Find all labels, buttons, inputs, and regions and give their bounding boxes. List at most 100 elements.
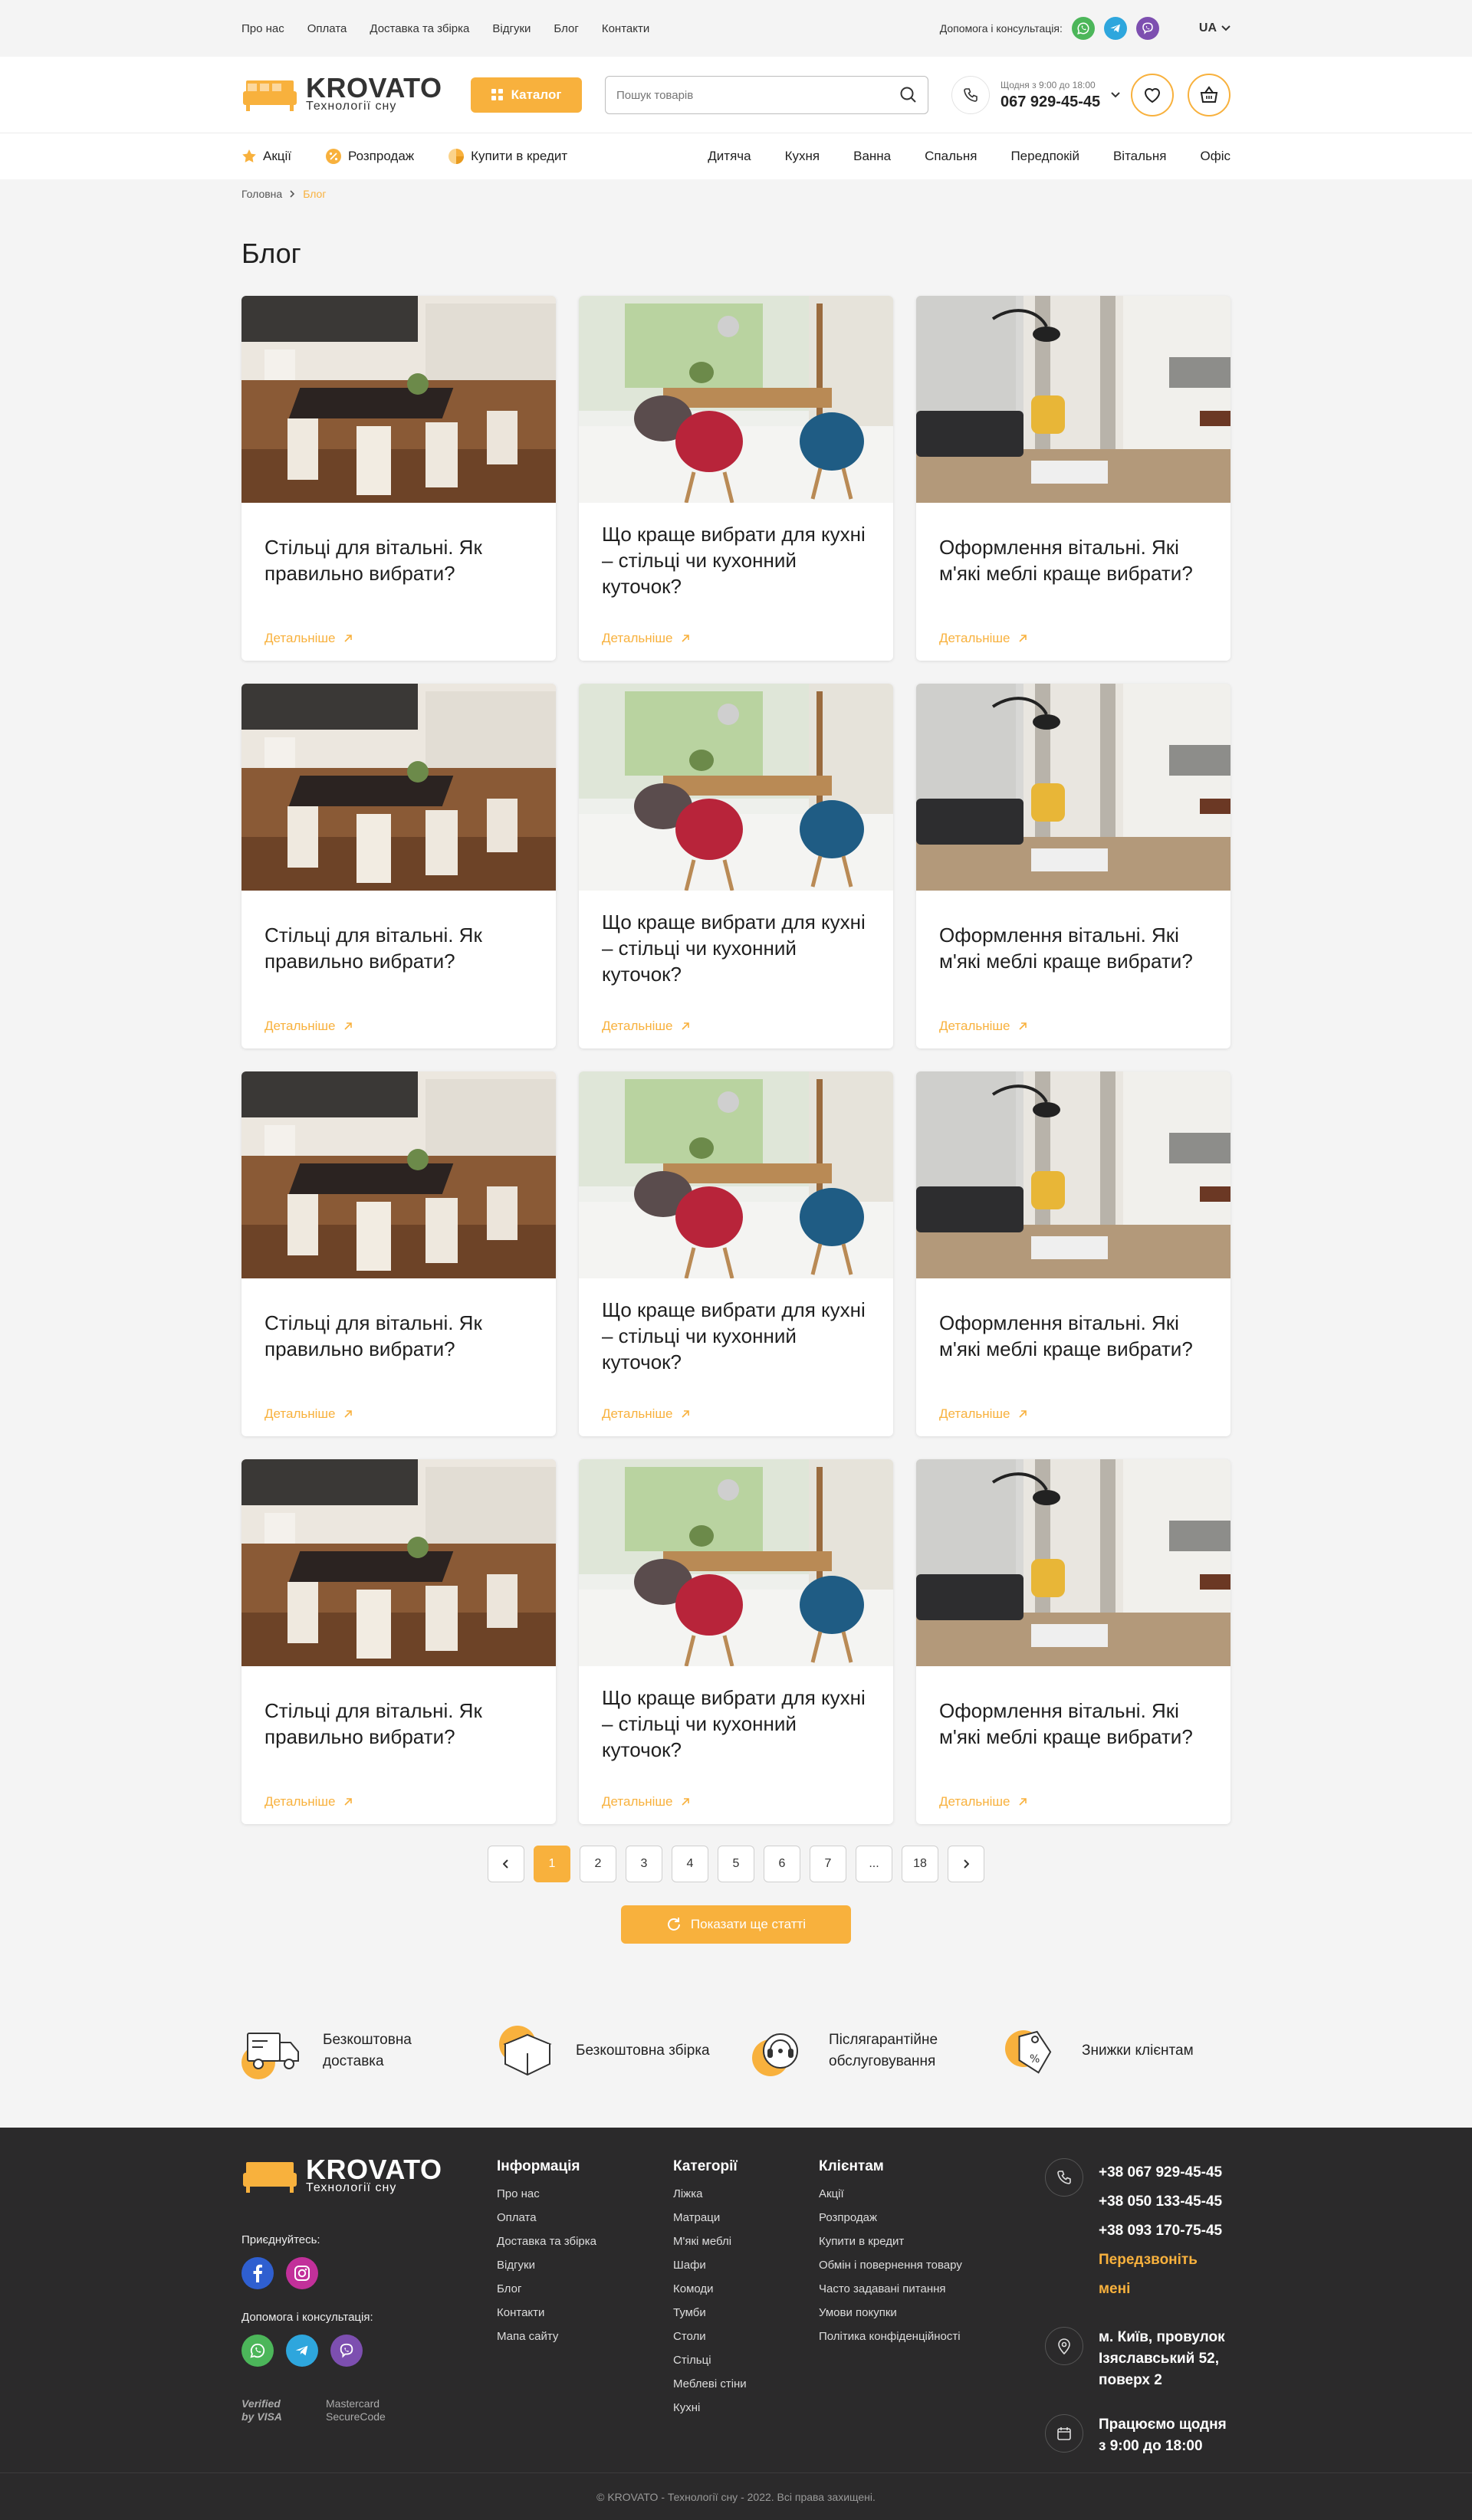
footer-link[interactable]: Столи — [673, 2330, 819, 2343]
footer-link[interactable]: Оплата — [497, 2211, 673, 2224]
read-more-link[interactable]: Детальніше — [939, 1406, 1027, 1422]
article-title[interactable]: Що краще вибрати для кухні – стільці чи … — [602, 1297, 870, 1375]
read-more-link[interactable]: Детальніше — [264, 1794, 353, 1810]
top-link-delivery[interactable]: Доставка та збірка — [370, 22, 469, 35]
article-image[interactable] — [579, 1459, 893, 1666]
footer-link[interactable]: Доставка та збірка — [497, 2235, 673, 2248]
article-title[interactable]: Що краще вибрати для кухні – стільці чи … — [602, 909, 870, 987]
top-link-reviews[interactable]: Відгуки — [492, 22, 531, 35]
pagination-next-button[interactable] — [948, 1846, 984, 1882]
article-card[interactable]: Оформлення вітальні. Які м'які меблі кра… — [916, 1071, 1230, 1436]
top-link-blog[interactable]: Блог — [554, 22, 578, 35]
header-phone[interactable]: Щодня з 9:00 до 18:00 067 929-45-45 — [951, 76, 1120, 114]
article-image[interactable] — [579, 296, 893, 503]
callback-link[interactable]: Передзвоніть мені — [1099, 2246, 1230, 2304]
search-input[interactable] — [616, 88, 900, 102]
article-image[interactable] — [242, 1071, 556, 1278]
top-link-contacts[interactable]: Контакти — [602, 22, 649, 35]
article-title[interactable]: Оформлення вітальні. Які м'які меблі кра… — [939, 534, 1208, 586]
footer-link[interactable]: Акції — [819, 2187, 1045, 2200]
article-title[interactable]: Оформлення вітальні. Які м'які меблі кра… — [939, 1310, 1208, 1362]
article-image[interactable] — [579, 684, 893, 891]
article-image[interactable] — [242, 296, 556, 503]
footer-link[interactable]: Обмін і повернення товару — [819, 2259, 1045, 2272]
pagination-prev-button[interactable] — [488, 1846, 524, 1882]
nav-kitchen[interactable]: Кухня — [785, 149, 820, 164]
nav-hallway[interactable]: Передпокій — [1010, 149, 1079, 164]
article-title[interactable]: Що краще вибрати для кухні – стільці чи … — [602, 1685, 870, 1763]
pagination-page[interactable]: 4 — [672, 1846, 708, 1882]
viber-icon[interactable] — [330, 2335, 363, 2367]
read-more-link[interactable]: Детальніше — [264, 631, 353, 646]
read-more-link[interactable]: Детальніше — [939, 1794, 1027, 1810]
nav-living-room[interactable]: Вітальня — [1113, 149, 1167, 164]
search-icon[interactable] — [900, 87, 917, 103]
read-more-link[interactable]: Детальніше — [602, 1794, 690, 1810]
article-image[interactable] — [916, 684, 1230, 891]
nav-promotions[interactable]: Акції — [242, 148, 291, 165]
top-link-payment[interactable]: Оплата — [307, 22, 347, 35]
nav-bath[interactable]: Ванна — [853, 149, 891, 164]
pagination-page[interactable]: 3 — [626, 1846, 662, 1882]
footer-link[interactable]: М'які меблі — [673, 2235, 819, 2248]
footer-link[interactable]: Політика конфіденційності — [819, 2330, 1045, 2343]
nav-office[interactable]: Офіс — [1201, 149, 1231, 164]
footer-phone-2[interactable]: +38 050 133-45-45 — [1099, 2187, 1230, 2216]
footer-logo[interactable]: KROVATO Технології сну — [242, 2156, 460, 2195]
article-image[interactable] — [242, 684, 556, 891]
article-card[interactable]: Оформлення вітальні. Які м'які меблі кра… — [916, 296, 1230, 661]
article-image[interactable] — [579, 1071, 893, 1278]
load-more-button[interactable]: Показати ще статті — [621, 1905, 851, 1944]
cart-button[interactable] — [1188, 74, 1230, 116]
article-title[interactable]: Оформлення вітальні. Які м'які меблі кра… — [939, 922, 1208, 974]
pagination-page[interactable]: 1 — [534, 1846, 570, 1882]
whatsapp-icon[interactable] — [1071, 17, 1095, 40]
read-more-link[interactable]: Детальніше — [602, 1406, 690, 1422]
footer-link[interactable]: Розпродаж — [819, 2211, 1045, 2224]
pagination-page[interactable]: 6 — [764, 1846, 800, 1882]
language-selector[interactable]: UA — [1199, 21, 1230, 35]
read-more-link[interactable]: Детальніше — [264, 1019, 353, 1034]
article-card[interactable]: Оформлення вітальні. Які м'які меблі кра… — [916, 684, 1230, 1048]
read-more-link[interactable]: Детальніше — [939, 631, 1027, 646]
footer-link[interactable]: Тумби — [673, 2306, 819, 2319]
viber-icon[interactable] — [1135, 17, 1159, 40]
nav-sale[interactable]: Розпродаж — [325, 148, 414, 165]
footer-link[interactable]: Меблеві стіни — [673, 2377, 819, 2390]
article-image[interactable] — [916, 1071, 1230, 1278]
pagination-page[interactable]: ... — [856, 1846, 892, 1882]
footer-link[interactable]: Відгуки — [497, 2259, 673, 2272]
nav-bedroom[interactable]: Спальня — [925, 149, 977, 164]
nav-kids[interactable]: Дитяча — [708, 149, 751, 164]
footer-link[interactable]: Часто задавані питання — [819, 2282, 1045, 2295]
read-more-link[interactable]: Детальніше — [939, 1019, 1027, 1034]
article-image[interactable] — [916, 296, 1230, 503]
footer-phone-3[interactable]: +38 093 170-75-45 — [1099, 2216, 1230, 2246]
footer-link[interactable]: Блог — [497, 2282, 673, 2295]
chevron-down-icon[interactable] — [1111, 92, 1120, 98]
article-card[interactable]: Стільці для вітальні. Як правильно вибра… — [242, 684, 556, 1048]
whatsapp-icon[interactable] — [242, 2335, 274, 2367]
instagram-icon[interactable] — [286, 2257, 318, 2289]
footer-link[interactable]: Матраци — [673, 2211, 819, 2224]
article-card[interactable]: Що краще вибрати для кухні – стільці чи … — [579, 1071, 893, 1436]
article-title[interactable]: Що краще вибрати для кухні – стільці чи … — [602, 521, 870, 599]
read-more-link[interactable]: Детальніше — [602, 1019, 690, 1034]
footer-link[interactable]: Кухні — [673, 2401, 819, 2414]
article-card[interactable]: Що краще вибрати для кухні – стільці чи … — [579, 684, 893, 1048]
footer-link[interactable]: Умови покупки — [819, 2306, 1045, 2319]
article-title[interactable]: Оформлення вітальні. Які м'які меблі кра… — [939, 1698, 1208, 1750]
article-card[interactable]: Оформлення вітальні. Які м'які меблі кра… — [916, 1459, 1230, 1824]
footer-phone-1[interactable]: +38 067 929-45-45 — [1099, 2158, 1230, 2187]
logo[interactable]: KROVATO Технології сну — [242, 74, 460, 113]
nav-credit[interactable]: Купити в кредит — [448, 148, 567, 165]
read-more-link[interactable]: Детальніше — [602, 631, 690, 646]
article-card[interactable]: Що краще вибрати для кухні – стільці чи … — [579, 1459, 893, 1824]
facebook-icon[interactable] — [242, 2257, 274, 2289]
footer-link[interactable]: Мапа сайту — [497, 2330, 673, 2343]
pagination-page[interactable]: 7 — [810, 1846, 846, 1882]
breadcrumb-home[interactable]: Головна — [242, 188, 282, 200]
catalog-button[interactable]: Каталог — [471, 77, 582, 113]
footer-link[interactable]: Комоди — [673, 2282, 819, 2295]
top-link-about[interactable]: Про нас — [242, 22, 284, 35]
